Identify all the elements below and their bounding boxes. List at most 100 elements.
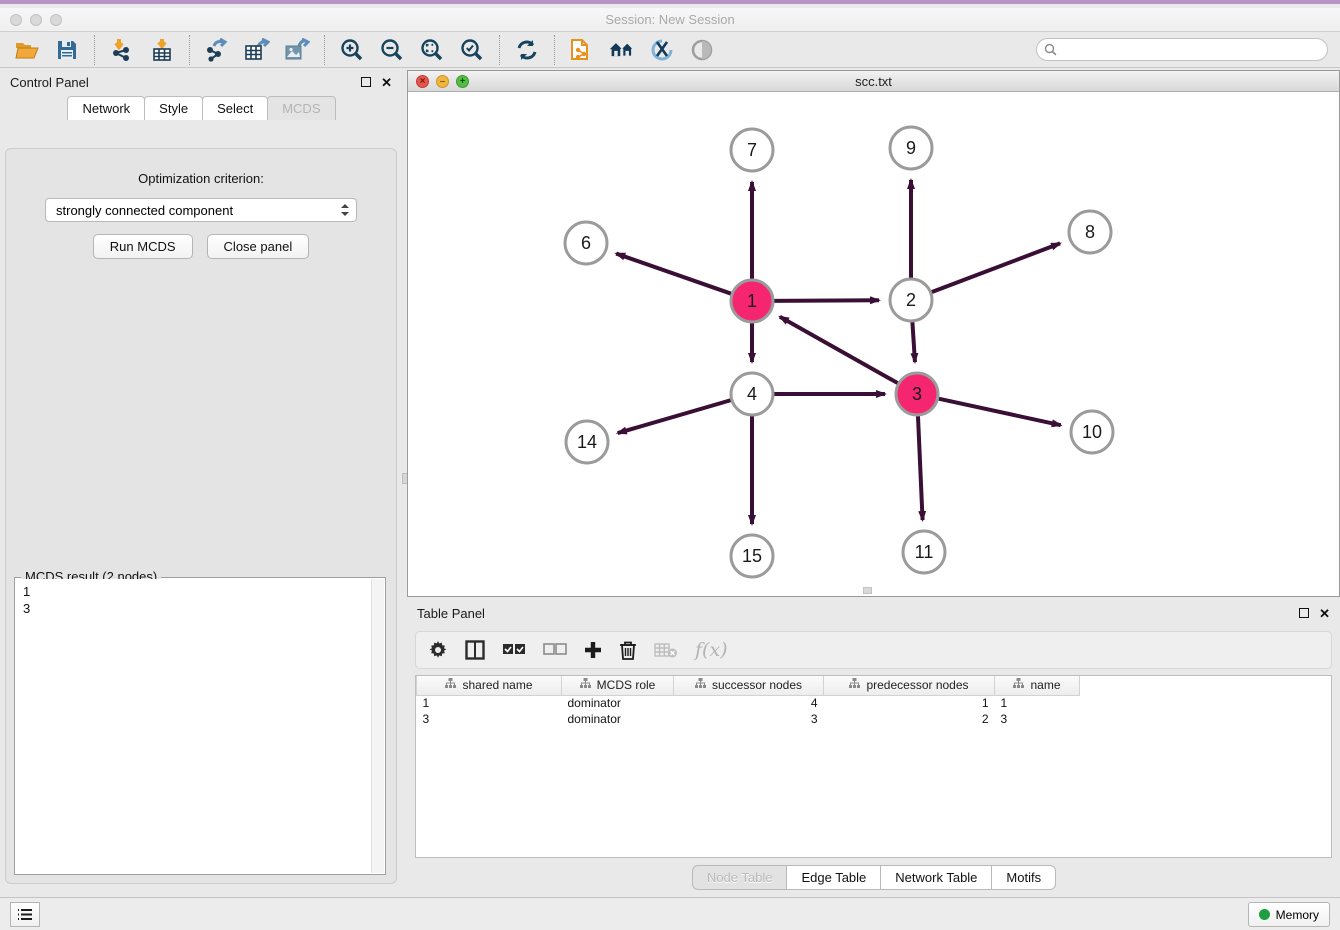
table-cell[interactable]: 3 bbox=[417, 711, 562, 727]
table-cell[interactable]: 3 bbox=[674, 711, 824, 727]
graph-node-8[interactable]: 8 bbox=[1069, 211, 1111, 253]
edge-2-3[interactable] bbox=[912, 321, 915, 362]
canvas-scroll-handle[interactable] bbox=[863, 587, 872, 594]
delete-icon[interactable] bbox=[619, 640, 637, 660]
hide-graphics-icon[interactable] bbox=[689, 37, 715, 63]
graph-node-2[interactable]: 2 bbox=[890, 279, 932, 321]
delete-table-icon[interactable] bbox=[654, 641, 678, 659]
table-cell[interactable]: 2 bbox=[824, 711, 995, 727]
control-panel-tabs: Network Style Select MCDS bbox=[0, 96, 402, 120]
memory-status-icon bbox=[1259, 909, 1270, 920]
node-label: 14 bbox=[577, 432, 597, 452]
mcds-result-text[interactable]: 13 bbox=[16, 579, 371, 873]
zoom-fit-icon[interactable] bbox=[419, 37, 445, 63]
first-neighbors-icon[interactable] bbox=[609, 37, 635, 63]
column-header-successor-nodes[interactable]: successor nodes bbox=[674, 676, 824, 695]
edge-1-2[interactable] bbox=[773, 300, 879, 301]
graph-node-15[interactable]: 15 bbox=[731, 535, 773, 577]
edge-3-10[interactable] bbox=[938, 398, 1061, 425]
graph-node-3[interactable]: 3 bbox=[896, 373, 938, 415]
optimization-criterion-select[interactable]: strongly connected component bbox=[45, 198, 357, 222]
graph-node-9[interactable]: 9 bbox=[890, 127, 932, 169]
edge-3-11[interactable] bbox=[918, 415, 923, 520]
table-cell[interactable]: 1 bbox=[417, 695, 562, 711]
search-input[interactable] bbox=[1057, 41, 1327, 59]
table-row[interactable]: 3dominator323 bbox=[417, 711, 1092, 727]
search-field[interactable] bbox=[1036, 38, 1328, 61]
optimization-criterion-label: Optimization criterion: bbox=[6, 171, 396, 186]
edge-2-8[interactable] bbox=[931, 243, 1060, 292]
import-table-icon[interactable] bbox=[149, 37, 175, 63]
select-all-icon[interactable] bbox=[502, 643, 526, 657]
table-row[interactable]: 1dominator411 bbox=[417, 695, 1092, 711]
network-canvas[interactable]: 7 9 6 8 1 2 4 3 14 10 15 11 bbox=[408, 92, 1339, 596]
close-table-panel-icon[interactable]: ✕ bbox=[1319, 607, 1330, 620]
table-cell[interactable]: dominator bbox=[562, 711, 674, 727]
tab-edge-table[interactable]: Edge Table bbox=[786, 865, 881, 890]
mcds-result-box: MCDS result (2 nodes) 13 bbox=[14, 577, 386, 875]
os-titlebar: Session: New Session bbox=[0, 8, 1340, 32]
float-panel-icon[interactable] bbox=[361, 76, 371, 89]
zoom-selected-icon[interactable] bbox=[459, 37, 485, 63]
tab-motifs[interactable]: Motifs bbox=[991, 865, 1056, 890]
memory-button[interactable]: Memory bbox=[1248, 902, 1330, 927]
search-icon bbox=[1044, 43, 1057, 56]
tab-mcds[interactable]: MCDS bbox=[267, 96, 335, 120]
mcds-result-line: 1 bbox=[23, 583, 371, 600]
graph-node-14[interactable]: 14 bbox=[566, 421, 608, 463]
task-history-button[interactable] bbox=[10, 902, 40, 927]
graph-node-6[interactable]: 6 bbox=[565, 222, 607, 264]
float-table-panel-icon[interactable] bbox=[1299, 607, 1309, 620]
refresh-icon[interactable] bbox=[514, 37, 540, 63]
edge-4-14[interactable] bbox=[618, 400, 732, 433]
function-builder-icon[interactable]: f(x) bbox=[695, 639, 728, 661]
graph-node-4[interactable]: 4 bbox=[731, 373, 773, 415]
node-label: 15 bbox=[742, 546, 762, 566]
column-header-MCDS-role[interactable]: MCDS role bbox=[562, 676, 674, 695]
import-network-icon[interactable] bbox=[109, 37, 135, 63]
run-mcds-button[interactable]: Run MCDS bbox=[93, 234, 193, 259]
edge-1-6[interactable] bbox=[616, 254, 732, 295]
table-cell[interactable]: dominator bbox=[562, 695, 674, 711]
close-panel-button[interactable]: Close panel bbox=[207, 234, 310, 259]
gear-icon[interactable] bbox=[428, 640, 448, 660]
node-label: 7 bbox=[747, 140, 757, 160]
add-column-icon[interactable] bbox=[584, 641, 602, 659]
close-panel-icon[interactable]: ✕ bbox=[381, 76, 392, 89]
column-header-name[interactable]: name bbox=[995, 676, 1080, 695]
network-window-title: scc.txt bbox=[408, 74, 1339, 89]
tab-select[interactable]: Select bbox=[202, 96, 268, 120]
new-network-from-selection-icon[interactable] bbox=[569, 37, 595, 63]
column-header-shared-name[interactable]: shared name bbox=[417, 676, 562, 695]
column-header-predecessor-nodes[interactable]: predecessor nodes bbox=[824, 676, 995, 695]
tab-style[interactable]: Style bbox=[144, 96, 203, 120]
table-cell[interactable]: 1 bbox=[824, 695, 995, 711]
edge-3-1[interactable] bbox=[780, 317, 899, 384]
table-cell[interactable]: 4 bbox=[674, 695, 824, 711]
zoom-out-icon[interactable] bbox=[379, 37, 405, 63]
export-network-icon[interactable] bbox=[204, 37, 230, 63]
export-image-icon[interactable] bbox=[284, 37, 310, 63]
memory-label: Memory bbox=[1276, 908, 1319, 922]
deselect-all-icon[interactable] bbox=[543, 643, 567, 657]
sort-hierarchy-icon bbox=[580, 678, 591, 692]
mcds-tab-panel: Optimization criterion: strongly connect… bbox=[5, 148, 397, 884]
zoom-in-icon[interactable] bbox=[339, 37, 365, 63]
sort-hierarchy-icon bbox=[695, 678, 706, 692]
save-session-icon[interactable] bbox=[54, 37, 80, 63]
graph-node-7[interactable]: 7 bbox=[731, 129, 773, 171]
graph-node-11[interactable]: 11 bbox=[903, 531, 945, 573]
network-window-titlebar[interactable]: × – + scc.txt bbox=[408, 71, 1339, 92]
table-cell[interactable]: 1 bbox=[995, 695, 1080, 711]
table-cell[interactable]: 3 bbox=[995, 711, 1080, 727]
tab-network-table[interactable]: Network Table bbox=[880, 865, 992, 890]
graph-node-1[interactable]: 1 bbox=[731, 280, 773, 322]
tab-network[interactable]: Network bbox=[67, 96, 145, 120]
open-file-icon[interactable] bbox=[14, 37, 40, 63]
result-scrollbar[interactable] bbox=[371, 579, 384, 873]
tab-node-table[interactable]: Node Table bbox=[692, 865, 788, 890]
graph-node-10[interactable]: 10 bbox=[1071, 411, 1113, 453]
split-columns-icon[interactable] bbox=[465, 640, 485, 660]
show-graphics-icon[interactable] bbox=[649, 37, 675, 63]
export-table-icon[interactable] bbox=[244, 37, 270, 63]
